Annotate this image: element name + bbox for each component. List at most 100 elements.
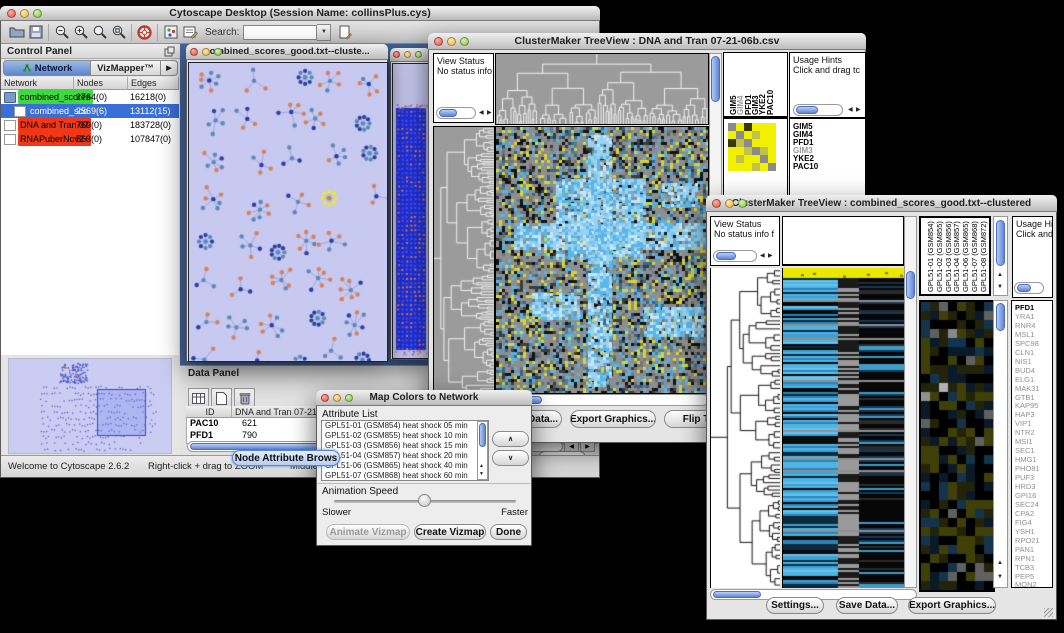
tv2-status-scrollbar[interactable] xyxy=(713,250,757,262)
tab-network[interactable]: Network xyxy=(3,60,91,76)
gene-label[interactable]: PUF3 xyxy=(1015,473,1034,482)
gene-label[interactable]: HMG1 xyxy=(1015,455,1037,464)
column-label[interactable]: GPL51-07 (GSM868) xyxy=(970,221,979,292)
col-header-nodes[interactable]: Nodes xyxy=(74,77,128,90)
tv1-usage-scrollbar[interactable] xyxy=(793,104,843,116)
gene-label[interactable]: PAC10 xyxy=(793,162,818,171)
search-dropdown-icon[interactable]: ▼ xyxy=(317,24,331,41)
minimize-button[interactable] xyxy=(447,37,456,46)
gene-label[interactable]: MAK31 xyxy=(1015,384,1040,393)
save-icon[interactable] xyxy=(26,23,45,42)
tv2-zoom-scrollbar[interactable] xyxy=(993,300,1008,588)
tv2-settings-button[interactable]: Settings... xyxy=(766,597,824,614)
scroll-left-icon[interactable]: ◀ xyxy=(564,441,579,452)
scroll-left-icon[interactable]: ◀ xyxy=(760,253,765,259)
column-label[interactable]: PFD1 xyxy=(744,95,753,115)
close-button[interactable] xyxy=(712,199,721,208)
close-button[interactable] xyxy=(393,51,400,58)
network-snapshot-icon[interactable] xyxy=(161,23,180,42)
gene-label[interactable]: SEC1 xyxy=(1015,446,1035,455)
col-header-network[interactable]: Network xyxy=(1,77,74,90)
tv1-heatmap[interactable] xyxy=(495,126,709,394)
scroll-right-icon[interactable]: ▶ xyxy=(487,110,492,116)
data-panel-hscrollbar[interactable] xyxy=(187,441,563,452)
open-file-icon[interactable] xyxy=(7,23,26,42)
tab-more[interactable]: ▶ xyxy=(161,60,178,76)
attribute-list-item[interactable]: GPL51-04 (GSM857) heat shock 20 min xyxy=(322,451,488,461)
close-button[interactable] xyxy=(321,394,329,402)
move-down-button[interactable]: ∨ xyxy=(492,450,529,466)
attr-row-id-0[interactable]: PAC10 xyxy=(190,418,234,429)
gene-label[interactable]: CPA2 xyxy=(1015,509,1034,518)
tab-vizmapper[interactable]: VizMapper™ xyxy=(91,60,161,76)
gene-label[interactable]: YRA1 xyxy=(1015,312,1035,321)
close-button[interactable] xyxy=(7,9,16,18)
zoom-button[interactable] xyxy=(214,48,222,56)
gene-label[interactable]: PFD1 xyxy=(793,138,813,147)
zoom-button[interactable] xyxy=(33,9,42,18)
gene-label[interactable]: SEC24 xyxy=(1015,500,1039,509)
new-attribute-icon[interactable] xyxy=(211,388,232,408)
tv1-column-dendrogram[interactable] xyxy=(495,53,709,125)
gene-label[interactable]: KAP95 xyxy=(1015,401,1038,410)
gene-label[interactable]: CLN1 xyxy=(1015,348,1034,357)
column-label[interactable]: GPL51-03 (GSM856) xyxy=(944,221,953,292)
gene-label[interactable]: PEP5 xyxy=(1015,572,1034,581)
tab-edge-attribute-browser[interactable]: r xyxy=(538,451,586,465)
scroll-down-icon[interactable]: ▼ xyxy=(479,472,484,477)
tv2-hscrollbar[interactable] xyxy=(710,589,917,600)
zoom-button[interactable] xyxy=(460,37,469,46)
float-panel-icon[interactable] xyxy=(164,46,175,57)
scroll-up-icon[interactable]: ▲ xyxy=(997,272,1003,278)
gene-label[interactable]: PHO81 xyxy=(1015,464,1040,473)
tv1-row-dendrogram[interactable] xyxy=(433,126,495,394)
gene-label[interactable]: GTB1 xyxy=(1015,393,1035,402)
tv2-export-graphics-button[interactable]: Export Graphics... xyxy=(908,597,996,614)
gene-label[interactable]: YSH1 xyxy=(1015,527,1035,536)
network-table-row[interactable]: RNAPuberNov2+563(0)107847(0) xyxy=(1,132,179,146)
gene-label[interactable]: ELG1 xyxy=(1015,375,1034,384)
network-table-row[interactable]: DNA and Tran 07769(0)183728(0) xyxy=(1,118,179,132)
attribute-list-item[interactable]: GPL51-03 (GSM856) heat shock 15 min xyxy=(322,441,488,451)
gene-label[interactable]: GIM4 xyxy=(793,130,813,139)
attribute-list-item[interactable]: GPL51-01 (GSM854) heat shock 05 min xyxy=(322,421,488,431)
gene-label[interactable]: NIS1 xyxy=(1015,357,1032,366)
column-label[interactable]: GPL51-02 (GSM855) xyxy=(935,221,944,292)
gene-label[interactable]: TCB3 xyxy=(1015,563,1034,572)
animate-vizmap-button[interactable]: Animate Vizmap xyxy=(326,524,410,540)
column-label[interactable]: GPL51-01 (GSM854) xyxy=(926,221,935,292)
tv2-heatmap[interactable] xyxy=(782,268,904,588)
scroll-left-icon[interactable]: ◀ xyxy=(479,110,484,116)
move-up-button[interactable]: ∧ xyxy=(492,431,529,447)
tv1-flip-tree-button[interactable]: Flip Tree Nodes xyxy=(664,410,776,428)
gene-label[interactable]: SPC98 xyxy=(1015,339,1039,348)
gene-label[interactable]: PAN1 xyxy=(1015,545,1034,554)
attr-col-name[interactable]: DNA and Tran 07-21-06b xyxy=(232,406,598,418)
attribute-list-item[interactable]: GPL51-02 (GSM855) heat shock 10 min xyxy=(322,431,488,441)
help-lifering-icon[interactable] xyxy=(135,23,154,42)
gene-label[interactable]: VIP1 xyxy=(1015,419,1031,428)
speed-slider-track[interactable] xyxy=(334,500,516,503)
attr-row-val-0[interactable]: 621 xyxy=(242,418,302,429)
zoom-button[interactable] xyxy=(738,199,747,208)
column-label[interactable]: GPL51-08 (GSM872) xyxy=(979,221,988,292)
tv1-status-scrollbar[interactable] xyxy=(436,107,476,119)
gene-label[interactable]: MON2 xyxy=(1015,580,1037,588)
attr-row-id-1[interactable]: PFD1 xyxy=(190,430,234,441)
tv2-row-dendrogram[interactable] xyxy=(710,268,780,588)
scroll-up-icon[interactable]: ▲ xyxy=(997,560,1003,566)
column-label[interactable]: GIM3 xyxy=(751,95,760,115)
network-canvas-dense[interactable] xyxy=(392,63,430,359)
tv1-vscrollbar[interactable] xyxy=(709,53,722,393)
scroll-down-icon[interactable]: ▼ xyxy=(997,574,1003,580)
attribute-list[interactable]: GPL51-01 (GSM854) heat shock 05 minGPL51… xyxy=(321,420,489,481)
gene-label[interactable]: RPO21 xyxy=(1015,536,1040,545)
zoom-out-icon[interactable] xyxy=(52,23,71,42)
main-titlebar[interactable]: Cytoscape Desktop (Session Name: collins… xyxy=(0,6,600,21)
tv2-vscrollbar[interactable] xyxy=(904,216,917,588)
edit-doc-icon[interactable] xyxy=(336,23,355,42)
attribute-list-item[interactable]: GPL51-07 (GSM868) heat shock 60 min xyxy=(322,471,488,481)
resize-grip[interactable] xyxy=(588,466,597,475)
minimize-button[interactable] xyxy=(333,394,341,402)
column-label[interactable]: GIM5 xyxy=(729,95,738,115)
